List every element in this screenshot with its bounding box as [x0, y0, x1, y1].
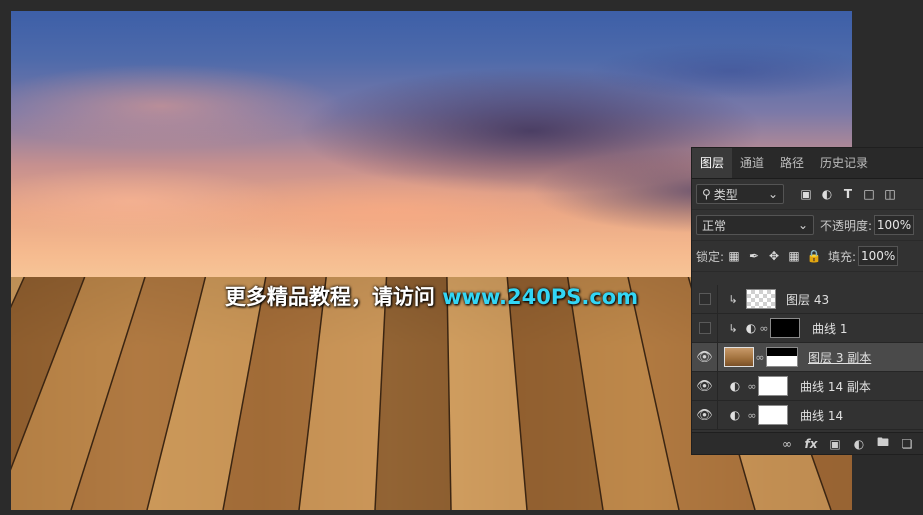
filter-row: ⚲ 类型 ⌄ ▣ ◐ T □ ◫ [692, 179, 923, 210]
eye-icon: 👁 [696, 349, 713, 365]
visibility-toggle[interactable] [692, 314, 718, 342]
fill-label: 填充: [828, 249, 857, 264]
wood-plank [375, 277, 451, 510]
eye-icon: 👁 [696, 407, 713, 423]
filter-type-label: 类型 [713, 187, 738, 202]
fx-icon[interactable]: fx [802, 437, 820, 451]
shape-filter-icon[interactable]: □ [859, 184, 879, 204]
panel-footer: ∞ fx ▣ ◐ 🖿 ❏ [692, 432, 923, 454]
watermark-url: www.240PS.com [442, 285, 639, 309]
adjustment-layer-icon: ◐ [729, 379, 741, 393]
blend-row: 正常 ⌄ 不透明度: 100% [692, 210, 923, 241]
tab-channels[interactable]: 通道 [732, 148, 772, 178]
chevron-down-icon: ⌄ [797, 218, 808, 232]
layer-thumbnail [724, 347, 754, 367]
smart-object-filter-icon[interactable]: ◫ [880, 184, 900, 204]
tab-layers[interactable]: 图层 [692, 148, 733, 178]
panel-tabs: 图层 通道 路径 历史记录 [692, 148, 923, 179]
mask-thumbnail [758, 405, 788, 425]
layer-row-layer-3-copy[interactable]: 👁 ∞ 图层 3 副本 [692, 343, 923, 372]
layers-panel: 图层 通道 路径 历史记录 ⚲ 类型 ⌄ ▣ ◐ T □ ◫ 正常 ⌄ 不透明度… [691, 147, 923, 455]
blend-mode-value: 正常 [702, 218, 727, 233]
folder-icon[interactable]: 🖿 [874, 433, 892, 454]
new-layer-icon[interactable]: ❏ [898, 437, 916, 451]
opacity-label: 不透明度: [820, 218, 873, 233]
tab-history[interactable]: 历史记录 [812, 148, 876, 178]
adjustment-layer-icon: ◐ [745, 321, 757, 335]
visibility-toggle[interactable]: 👁 [692, 401, 718, 429]
lock-transparent-icon[interactable]: ▦ [724, 246, 744, 266]
fill-input[interactable]: 100% [858, 246, 899, 266]
adjustment-filter-icon[interactable]: ◐ [817, 184, 837, 204]
mask-icon[interactable]: ▣ [826, 437, 844, 451]
layer-name: 曲线 14 副本 [800, 379, 871, 394]
layer-row-curves-14[interactable]: 👁 ◐ ∞ 曲线 14 [692, 401, 923, 430]
search-icon: ⚲ [702, 187, 711, 201]
layers-list: ↳ 图层 43 ↳ ◐ ∞ 曲线 1 👁 ∞ 图层 3 副本 👁 ◐ ∞ 曲线 [692, 285, 923, 431]
blend-mode-dropdown[interactable]: 正常 ⌄ [696, 215, 814, 235]
layer-filter-dropdown[interactable]: ⚲ 类型 ⌄ [696, 184, 784, 204]
layer-name: 曲线 1 [812, 321, 848, 336]
mask-thumbnail [770, 318, 800, 338]
layer-row-curves-14-copy[interactable]: 👁 ◐ ∞ 曲线 14 副本 [692, 372, 923, 401]
layer-name: 曲线 14 [800, 408, 844, 423]
lock-row: 锁定: ▦ ✒ ✥ ▦ 🔒 填充: 100% [692, 241, 923, 272]
layer-thumbnail [746, 289, 776, 309]
mask-thumbnail [766, 347, 798, 367]
type-filter-icon[interactable]: T [838, 184, 858, 204]
clipping-arrow-icon: ↳ [728, 321, 738, 335]
visibility-toggle[interactable] [692, 285, 718, 313]
layer-name: 图层 3 副本 [808, 350, 872, 365]
layer-row-layer-43[interactable]: ↳ 图层 43 [692, 285, 923, 314]
link-chain-icon: ∞ [747, 408, 757, 422]
link-chain-icon: ∞ [747, 379, 757, 393]
hidden-visibility-icon [698, 293, 711, 305]
clipping-arrow-icon: ↳ [728, 292, 738, 306]
adjustment-layer-icon: ◐ [729, 408, 741, 422]
pixel-filter-icon[interactable]: ▣ [796, 184, 816, 204]
opacity-input[interactable]: 100% [874, 215, 915, 235]
link-chain-icon: ∞ [759, 321, 769, 335]
layer-name: 图层 43 [786, 292, 830, 307]
layer-row-curves-1[interactable]: ↳ ◐ ∞ 曲线 1 [692, 314, 923, 343]
lock-all-icon[interactable]: 🔒 [804, 246, 824, 266]
link-icon[interactable]: ∞ [778, 437, 796, 451]
eye-icon: 👁 [696, 378, 713, 394]
lock-image-brush-icon[interactable]: ✒ [744, 246, 764, 266]
lock-label: 锁定: [696, 249, 725, 264]
hidden-visibility-icon [698, 322, 711, 334]
watermark-prefix: 更多精品教程，请访问 [224, 285, 443, 309]
link-chain-icon: ∞ [755, 350, 765, 364]
visibility-toggle[interactable]: 👁 [692, 372, 718, 400]
lock-position-move-icon[interactable]: ✥ [764, 246, 784, 266]
lock-artboard-icon[interactable]: ▦ [784, 246, 804, 266]
visibility-toggle[interactable]: 👁 [692, 343, 718, 371]
tab-paths[interactable]: 路径 [772, 148, 812, 178]
adjustment-icon[interactable]: ◐ [850, 437, 868, 451]
chevron-down-icon: ⌄ [767, 187, 778, 201]
mask-thumbnail [758, 376, 788, 396]
